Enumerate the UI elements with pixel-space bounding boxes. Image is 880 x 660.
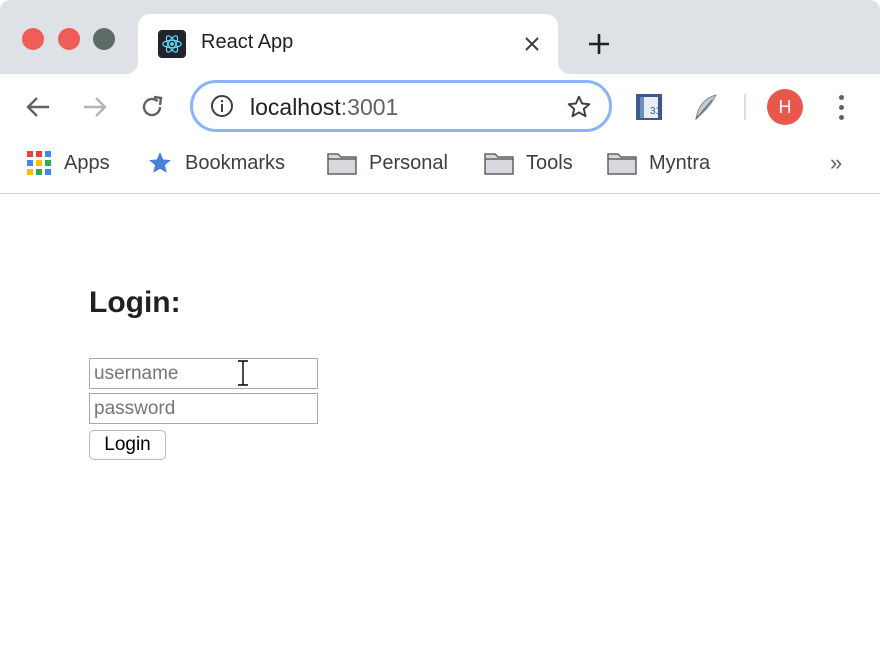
login-button[interactable]: Login bbox=[89, 430, 166, 460]
url-text[interactable]: localhost:3001 bbox=[250, 94, 398, 121]
reload-button[interactable] bbox=[135, 90, 169, 124]
toolbar-divider bbox=[744, 94, 746, 120]
tab-strip: React App bbox=[0, 0, 880, 74]
address-bar[interactable]: localhost:3001 bbox=[190, 80, 612, 132]
apps-grid-icon bbox=[27, 151, 51, 175]
bookmark-label: Tools bbox=[526, 151, 573, 174]
folder-icon bbox=[607, 153, 637, 175]
reload-icon bbox=[142, 95, 163, 117]
forward-button[interactable] bbox=[78, 90, 112, 124]
menu-kebab-icon[interactable] bbox=[826, 90, 856, 124]
bookmark-myntra[interactable]: Myntra bbox=[607, 148, 710, 178]
bookmark-label: Apps bbox=[64, 151, 110, 174]
page-viewport: Login: Login bbox=[0, 195, 880, 660]
bookmark-personal[interactable]: Personal bbox=[327, 148, 448, 178]
window-close-button[interactable] bbox=[22, 28, 44, 50]
folder-icon bbox=[327, 153, 357, 175]
window-maximize-button[interactable] bbox=[93, 28, 115, 50]
profile-avatar[interactable]: H bbox=[767, 89, 803, 125]
bookmark-label: Personal bbox=[369, 151, 448, 174]
react-logo-icon bbox=[158, 30, 186, 58]
bookmark-label: Myntra bbox=[649, 151, 711, 174]
info-icon[interactable] bbox=[209, 93, 235, 119]
folder-icon bbox=[484, 153, 514, 175]
star-icon bbox=[149, 152, 171, 173]
new-tab-button[interactable] bbox=[584, 29, 614, 59]
calendar-extension-icon[interactable]: 31 bbox=[632, 90, 666, 124]
tab-close-icon[interactable] bbox=[518, 30, 546, 58]
back-button[interactable] bbox=[21, 90, 55, 124]
url-host: localhost bbox=[250, 94, 341, 120]
window-minimize-button[interactable] bbox=[58, 28, 80, 50]
bookmarks-bar: Apps Bookmarks Personal Tools Myntra » bbox=[0, 140, 880, 194]
browser-toolbar: localhost:3001 31 H bbox=[0, 74, 880, 140]
username-input[interactable] bbox=[89, 358, 318, 389]
feather-extension-icon[interactable] bbox=[689, 90, 723, 124]
bookmarks-overflow-button[interactable]: » bbox=[830, 148, 842, 178]
bookmark-star-icon[interactable] bbox=[565, 93, 593, 121]
tab-react-app[interactable]: React App bbox=[138, 14, 558, 74]
page-title: Login: bbox=[89, 286, 181, 319]
password-input[interactable] bbox=[89, 393, 318, 424]
plus-icon bbox=[589, 34, 609, 54]
bookmark-bookmarks[interactable]: Bookmarks bbox=[147, 148, 285, 178]
arrow-left-icon bbox=[26, 97, 49, 117]
bookmark-apps[interactable]: Apps bbox=[26, 148, 110, 178]
bookmark-label: Bookmarks bbox=[185, 151, 286, 174]
arrow-right-icon bbox=[84, 97, 107, 117]
svg-text:31: 31 bbox=[650, 106, 662, 117]
tab-title: React App bbox=[201, 31, 294, 53]
url-port: :3001 bbox=[340, 94, 399, 120]
bookmark-tools[interactable]: Tools bbox=[484, 148, 573, 178]
text-cursor-icon bbox=[238, 360, 248, 386]
